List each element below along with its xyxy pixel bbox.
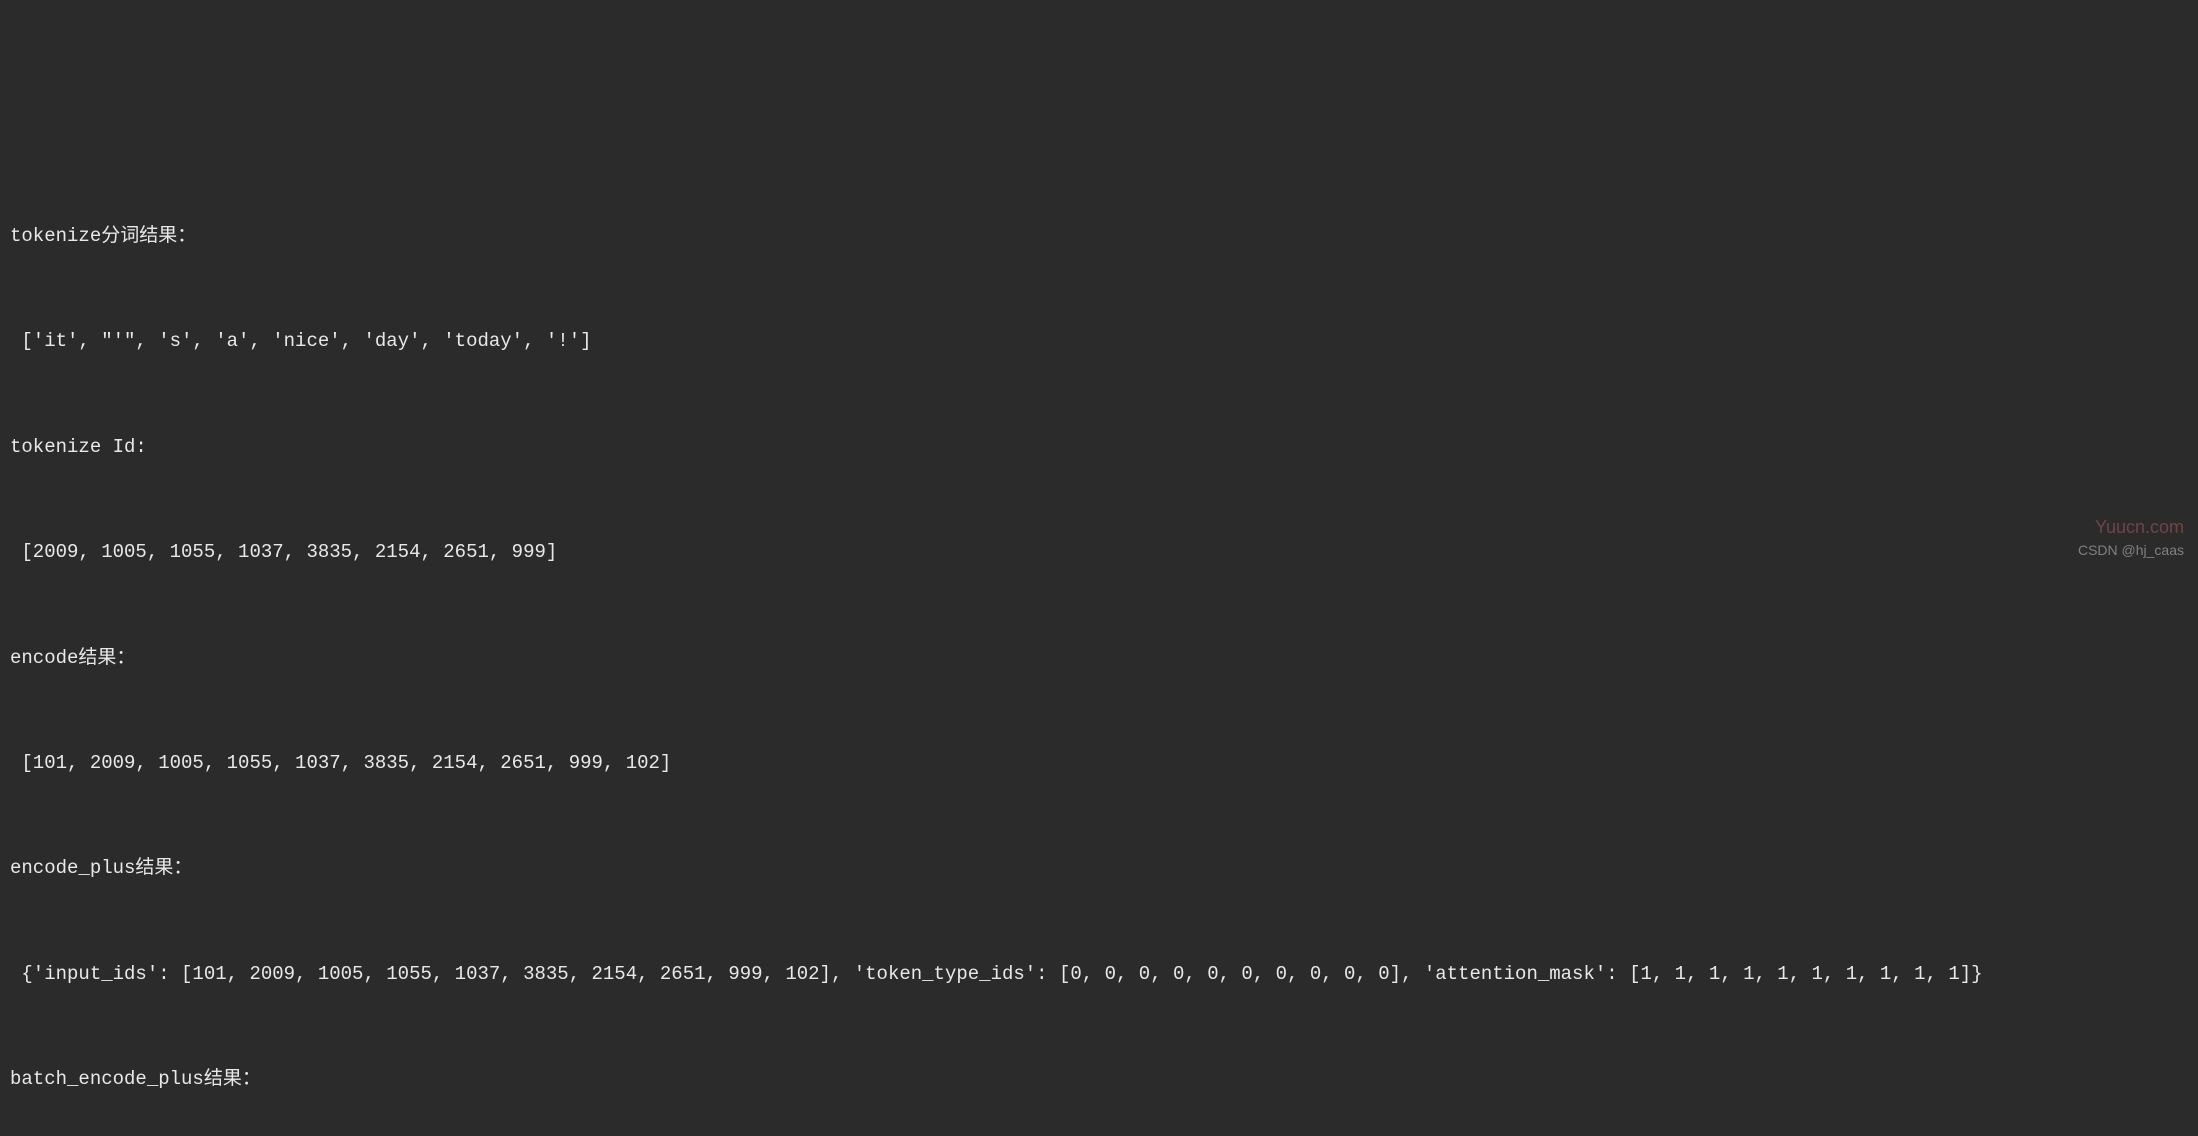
output-line: encode_plus结果： (10, 851, 2188, 886)
output-line: {'input_ids': [101, 2009, 1005, 1055, 10… (10, 957, 2188, 992)
output-line: [101, 2009, 1005, 1055, 1037, 3835, 2154… (10, 746, 2188, 781)
output-line: tokenize分词结果： (10, 219, 2188, 254)
output-line: batch_encode_plus结果： (10, 1062, 2188, 1097)
output-line: ['it', "'", 's', 'a', 'nice', 'day', 'to… (10, 324, 2188, 359)
terminal-output: tokenize分词结果： ['it', "'", 's', 'a', 'nic… (10, 149, 2188, 1136)
output-line: tokenize Id: (10, 430, 2188, 465)
output-line: encode结果： (10, 641, 2188, 676)
output-line: [2009, 1005, 1055, 1037, 3835, 2154, 265… (10, 535, 2188, 570)
